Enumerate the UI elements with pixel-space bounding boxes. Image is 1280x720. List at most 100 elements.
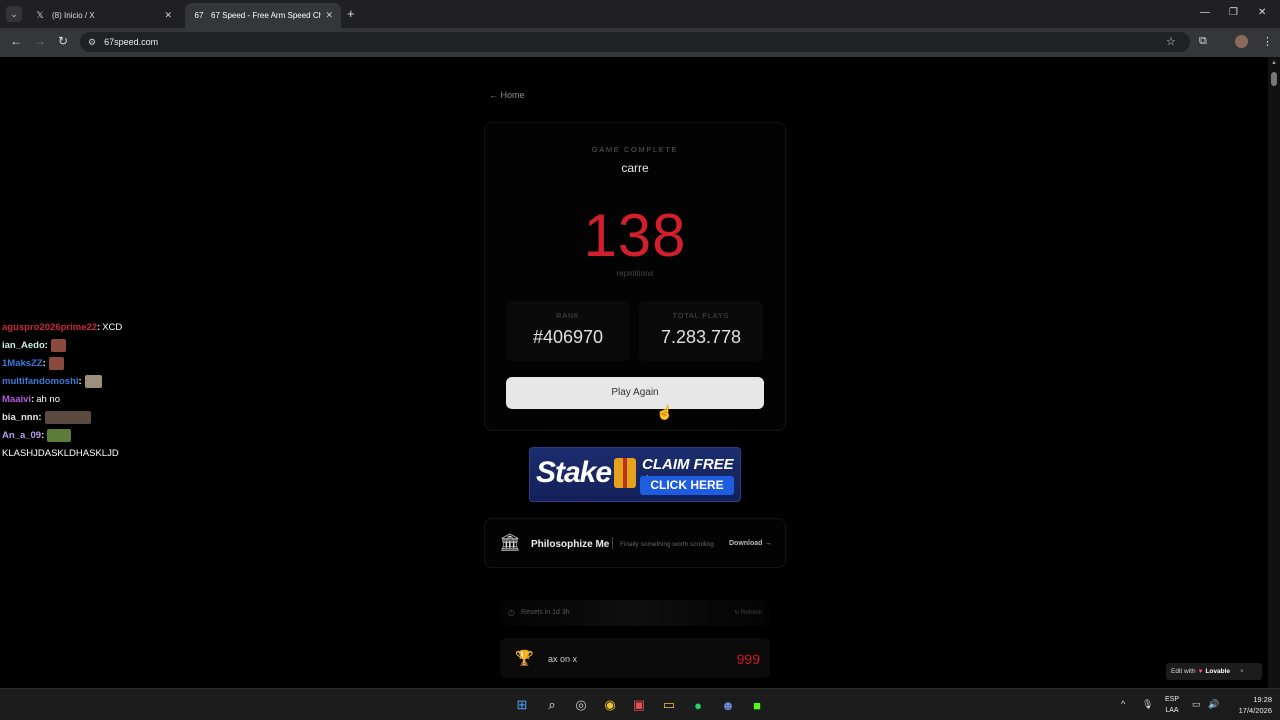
- lovable-heart-icon: ♥: [1198, 668, 1203, 675]
- widgets-icon[interactable]: ◎: [573, 697, 589, 713]
- system-clock[interactable]: 19:28 17/4/2026: [1222, 694, 1272, 716]
- url-text: 67speed.com: [104, 37, 159, 47]
- chat-message: KLASHJDASKLDHASKLJD: [2, 444, 202, 462]
- player-name: carre: [621, 161, 649, 175]
- chat-username: Maaivi: [2, 393, 32, 405]
- chat-username: aguspro2026prime22: [2, 321, 98, 333]
- layout-code: LAA: [1165, 707, 1179, 714]
- site-info-icon[interactable]: ⚙: [88, 37, 96, 48]
- lovable-prefix: Edit with: [1171, 668, 1196, 675]
- app-icon[interactable]: ▣: [631, 697, 647, 713]
- restore-icon[interactable]: ❐: [1229, 7, 1238, 18]
- profile-avatar[interactable]: [1235, 35, 1248, 48]
- reset-text: Resets in 1d 3h: [521, 609, 570, 616]
- chat-message: Maaivi: ah no: [2, 393, 60, 405]
- extensions-icon[interactable]: ⧉: [1199, 35, 1207, 48]
- promo-divider: [612, 537, 613, 549]
- address-bar[interactable]: ⚙ 67speed.com: [80, 32, 1190, 52]
- lang-code: ESP: [1164, 696, 1179, 703]
- chat-emote-car-icon: [47, 428, 72, 442]
- file-explorer-icon[interactable]: ▭: [661, 697, 677, 713]
- chat-message: multifandomoshi:: [2, 372, 202, 390]
- bookmark-star-icon[interactable]: ☆: [1166, 35, 1176, 48]
- leaderboard-name: ax on x: [548, 654, 578, 664]
- close-tab-icon[interactable]: ✕: [325, 10, 333, 21]
- chat-emote-cat-icon: [84, 374, 102, 388]
- spotify-icon[interactable]: ●: [690, 697, 706, 713]
- chat-message: ian_Aedo:: [2, 336, 202, 354]
- rank-stat: RANK #406970: [506, 301, 630, 361]
- hand-cursor-icon: ☝: [656, 404, 674, 420]
- total-plays-stat: TOTAL PLAYS 7.283.778: [639, 301, 763, 361]
- score-unit: repetitions: [616, 269, 654, 278]
- chrome-icon[interactable]: ◉: [602, 697, 618, 713]
- chat-username: An_a_09: [2, 429, 42, 441]
- chat-text: ah no: [36, 393, 60, 405]
- tab-search-icon[interactable]: ⌄: [6, 6, 22, 22]
- rank-value: #406970: [532, 327, 604, 347]
- tab-title: 67 Speed - Free Arm Speed Ch...: [211, 11, 322, 20]
- tab-strip: ⌄ 𝕏 (8) Inicio / X ✕ 67 67 Speed - Free …: [0, 0, 1280, 28]
- score-value: 138: [583, 202, 687, 269]
- chat-text: KLASHJDASKLDHASKLJD: [2, 447, 119, 459]
- scrollbar-thumb[interactable]: [1271, 72, 1277, 86]
- gift-icon: [614, 458, 636, 488]
- 67-favicon-icon: 67: [194, 11, 204, 20]
- lovable-badge[interactable]: Edit with ♥ Lovable ×: [1166, 663, 1262, 680]
- microphone-icon[interactable]: 🎙: [1142, 699, 1153, 710]
- bank-icon: 🏛: [499, 533, 521, 552]
- scrollbar[interactable]: ▲: [1268, 57, 1280, 688]
- chat-emote-wide-icon: [44, 410, 91, 424]
- leaderboard-reset-bar: ◷ Resets in 1d 3h ↻ Refresh: [500, 600, 770, 626]
- promo-name: Philosophize Me: [531, 539, 610, 550]
- home-link[interactable]: ← Home: [489, 90, 525, 100]
- stake-logo: Stake: [536, 456, 612, 489]
- lovable-close-icon[interactable]: ×: [1240, 668, 1244, 675]
- minimize-icon[interactable]: —: [1200, 7, 1210, 18]
- windows-start-icon[interactable]: ⊞: [514, 697, 530, 713]
- tab-title: (8) Inicio / X: [52, 11, 95, 20]
- leaderboard-row: 🏆 ax on x 999: [500, 638, 770, 678]
- window-close-icon[interactable]: ✕: [1258, 7, 1266, 18]
- chat-text: XCD: [102, 321, 123, 333]
- reload-icon[interactable]: ↻: [58, 34, 68, 48]
- clock-time: 19:28: [1253, 695, 1272, 704]
- result-card: GAME COMPLETE carre 138 repetitions RANK…: [484, 122, 786, 431]
- new-tab-icon[interactable]: +: [347, 6, 355, 21]
- tray-overflow-icon[interactable]: ^: [1121, 699, 1125, 709]
- clock-date: 17/4/2026: [1238, 706, 1272, 715]
- x-logo-icon: 𝕏: [36, 10, 44, 20]
- close-tab-icon[interactable]: ✕: [164, 10, 172, 21]
- scroll-up-icon[interactable]: ▲: [1271, 60, 1277, 66]
- philosophize-promo[interactable]: 🏛 Philosophize Me Finally something wort…: [484, 518, 786, 568]
- tab-x-inicio[interactable]: 𝕏 (8) Inicio / X ✕: [26, 3, 180, 28]
- refresh-button[interactable]: ↻ Refresh: [734, 609, 762, 616]
- chat-username: 1MaksZZ: [2, 357, 43, 369]
- discord-icon[interactable]: ☻: [720, 697, 736, 713]
- tab-67speed[interactable]: 67 67 Speed - Free Arm Speed Ch... ✕: [185, 3, 341, 28]
- lovable-brand: Lovable: [1205, 668, 1230, 675]
- refresh-label: Refresh: [740, 610, 762, 616]
- kick-icon[interactable]: ■: [749, 697, 765, 713]
- promo-download-link[interactable]: Download →: [729, 540, 771, 547]
- ad-cta-button[interactable]: CLICK HERE: [640, 476, 734, 495]
- trophy-icon: 🏆: [515, 650, 534, 667]
- leaderboard-score: 999: [736, 651, 760, 667]
- browser-menu-icon[interactable]: ⋮: [1262, 35, 1273, 48]
- chat-message: aguspro2026prime22: XCD: [2, 321, 123, 333]
- promo-tagline: Finally something worth scrolling: [620, 541, 714, 548]
- chat-username: bia_nnn: [2, 411, 39, 423]
- chat-username: ian_Aedo: [2, 339, 45, 351]
- stake-ad-banner[interactable]: Stake CLAIM FREE $35 CLICK HERE: [529, 447, 741, 502]
- play-again-button[interactable]: Play Again: [506, 377, 764, 409]
- chat-message: An_a_09:: [2, 426, 202, 444]
- search-icon[interactable]: ⌕: [544, 697, 560, 713]
- chat-message: bia_nnn:: [2, 408, 202, 426]
- forward-icon[interactable]: →: [34, 34, 46, 48]
- back-icon[interactable]: ←: [10, 34, 22, 48]
- language-indicator[interactable]: ESP LAA: [1160, 694, 1184, 716]
- chat-emote-icon: [48, 356, 64, 370]
- volume-icon[interactable]: 🔊: [1208, 699, 1219, 710]
- network-icon[interactable]: ▭: [1192, 699, 1201, 710]
- rank-label: RANK: [556, 313, 580, 320]
